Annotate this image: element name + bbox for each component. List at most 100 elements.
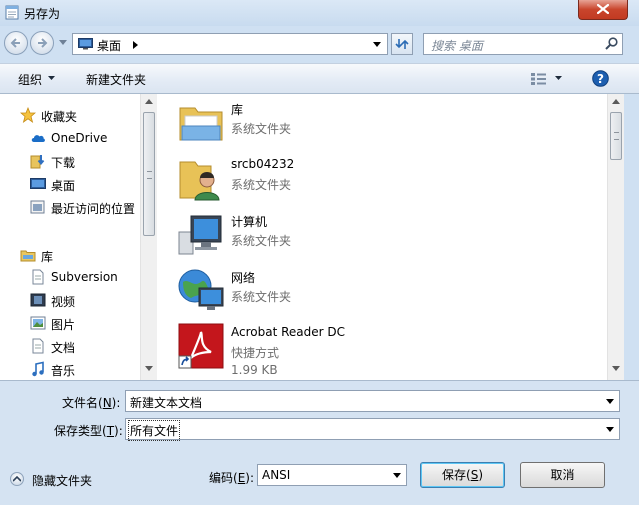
organize-button[interactable]: 组织 xyxy=(18,71,42,88)
sidebar-item-recent-places[interactable]: 最近访问的位置 xyxy=(0,196,140,218)
list-item[interactable]: 计算机 系统文件夹 xyxy=(163,206,607,262)
list-item[interactable]: srcb04232 系统文件夹 xyxy=(163,150,607,206)
filetype-label: 保存类型(T): xyxy=(54,424,123,438)
sidebar-item-music[interactable]: 音乐 xyxy=(0,358,140,380)
close-icon xyxy=(597,4,609,14)
recent-locations-chevron-icon[interactable] xyxy=(59,40,67,45)
music-icon xyxy=(32,361,44,377)
encoding-select[interactable]: ANSI xyxy=(257,464,407,486)
chevron-down-icon[interactable] xyxy=(606,427,614,432)
file-name: 库 xyxy=(231,103,244,117)
svg-text:?: ? xyxy=(597,72,604,86)
address-location[interactable]: 桌面 xyxy=(97,37,121,54)
new-folder-button[interactable]: 新建文件夹 xyxy=(86,71,146,88)
save-as-dialog: 另存为 桌面 搜索 桌面 组织 新建文件夹 ? 收藏夹 OneDrive 下载 … xyxy=(0,0,639,505)
hide-folders-label: 隐藏文件夹 xyxy=(32,474,93,488)
sidebar-item-pictures[interactable]: 图片 xyxy=(0,312,140,334)
sidebar-item-subversion[interactable]: Subversion xyxy=(0,266,140,288)
file-list: 库 系统文件夹 srcb04232 系统文件夹 计算机 系统文件夹 网络 系统文… xyxy=(163,94,607,380)
filename-input[interactable]: 新建文本文档 xyxy=(130,394,202,411)
file-type: 系统文件夹 xyxy=(231,234,292,248)
scrollbar-thumb[interactable] xyxy=(610,112,622,160)
filename-field[interactable]: 新建文本文档 xyxy=(125,390,620,412)
sidebar-item-desktop[interactable]: 桌面 xyxy=(0,173,140,195)
back-button[interactable] xyxy=(4,31,28,55)
view-options-icon[interactable] xyxy=(530,72,548,86)
list-item[interactable]: 库 系统文件夹 xyxy=(163,94,607,150)
organize-dropdown-icon[interactable] xyxy=(48,76,55,80)
save-button[interactable]: 保存(S) xyxy=(420,462,505,488)
sidebar-item-label: 收藏夹 xyxy=(41,110,78,124)
network-icon xyxy=(178,269,224,310)
cancel-button[interactable]: 取消 xyxy=(520,462,605,488)
picture-icon xyxy=(30,316,46,330)
chevron-up-icon xyxy=(10,472,24,486)
desktop-icon xyxy=(30,178,46,189)
sidebar-item-onedrive[interactable]: OneDrive xyxy=(0,127,140,149)
notepad-icon xyxy=(5,5,19,20)
save-options-panel: 文件名(N): 新建文本文档 保存类型(T): 所有文件 隐藏文件夹 编码(E)… xyxy=(0,380,639,505)
address-bar[interactable]: 桌面 xyxy=(72,33,388,55)
computer-icon xyxy=(178,215,222,255)
video-icon xyxy=(30,293,46,307)
command-toolbar: 组织 新建文件夹 ? xyxy=(0,63,639,94)
document-icon xyxy=(32,338,44,354)
sidebar-item-label: 最近访问的位置 xyxy=(51,202,136,216)
scroll-down-icon[interactable] xyxy=(145,366,153,371)
search-icon[interactable] xyxy=(605,37,618,50)
sidebar-item-label: 视频 xyxy=(51,295,76,309)
filename-label: 文件名(N): xyxy=(62,396,121,410)
desktop-icon xyxy=(78,38,93,50)
sidebar-item-favorites[interactable]: 收藏夹 xyxy=(0,104,140,126)
window-title: 另存为 xyxy=(24,7,61,21)
forward-arrow-icon xyxy=(38,38,48,48)
star-icon xyxy=(20,107,36,123)
sidebar-item-label: 下载 xyxy=(51,156,76,170)
help-icon[interactable]: ? xyxy=(592,70,609,87)
acrobat-shortcut-icon xyxy=(178,323,224,369)
downloads-folder-icon xyxy=(30,155,45,169)
navigation-scrollbar[interactable] xyxy=(140,94,157,380)
scroll-up-icon[interactable] xyxy=(612,99,620,104)
list-item[interactable]: 网络 系统文件夹 xyxy=(163,262,607,318)
navigation-pane: 收藏夹 OneDrive 下载 桌面 最近访问的位置 库 Subversion xyxy=(0,94,140,380)
libraries-icon xyxy=(20,250,36,262)
file-list-scrollbar[interactable] xyxy=(607,94,624,380)
list-item[interactable]: Acrobat Reader DC 快捷方式 1.99 KB xyxy=(163,318,607,380)
sidebar-item-label: 音乐 xyxy=(51,364,76,378)
sidebar-item-videos[interactable]: 视频 xyxy=(0,289,140,311)
encoding-value: ANSI xyxy=(262,468,291,482)
document-icon xyxy=(32,269,44,285)
file-type: 系统文件夹 xyxy=(231,178,292,192)
title-bar[interactable]: 另存为 xyxy=(0,0,639,26)
cloud-icon xyxy=(31,135,45,142)
file-name: 计算机 xyxy=(231,215,268,229)
sidebar-item-label: Subversion xyxy=(51,270,118,284)
encoding-label: 编码(E): xyxy=(209,471,255,485)
file-name: Acrobat Reader DC xyxy=(231,325,345,339)
breadcrumb-arrow-icon[interactable] xyxy=(133,41,138,49)
sidebar-item-downloads[interactable]: 下载 xyxy=(0,150,140,172)
sidebar-item-label: 桌面 xyxy=(51,179,76,193)
scrollbar-thumb[interactable] xyxy=(143,112,155,236)
libraries-folder-icon xyxy=(179,107,223,141)
sidebar-item-documents[interactable]: 文档 xyxy=(0,335,140,357)
address-dropdown-icon[interactable] xyxy=(373,42,381,47)
refresh-button[interactable] xyxy=(391,33,413,55)
user-folder-icon xyxy=(179,161,220,201)
forward-button[interactable] xyxy=(30,31,54,55)
view-dropdown-icon[interactable] xyxy=(555,76,562,80)
sidebar-item-label: 文档 xyxy=(51,341,76,355)
sidebar-item-libraries[interactable]: 库 xyxy=(0,244,140,266)
file-type: 快捷方式 xyxy=(231,346,280,360)
search-input[interactable]: 搜索 桌面 xyxy=(431,37,483,54)
file-type: 系统文件夹 xyxy=(231,122,292,136)
search-box[interactable]: 搜索 桌面 xyxy=(423,33,623,55)
close-button[interactable] xyxy=(578,0,628,20)
scroll-down-icon[interactable] xyxy=(612,366,620,371)
filetype-select[interactable]: 所有文件 xyxy=(125,418,620,441)
chevron-down-icon[interactable] xyxy=(606,399,614,404)
scroll-up-icon[interactable] xyxy=(145,99,153,104)
address-row: 桌面 搜索 桌面 xyxy=(0,28,639,60)
chevron-down-icon[interactable] xyxy=(393,473,401,478)
